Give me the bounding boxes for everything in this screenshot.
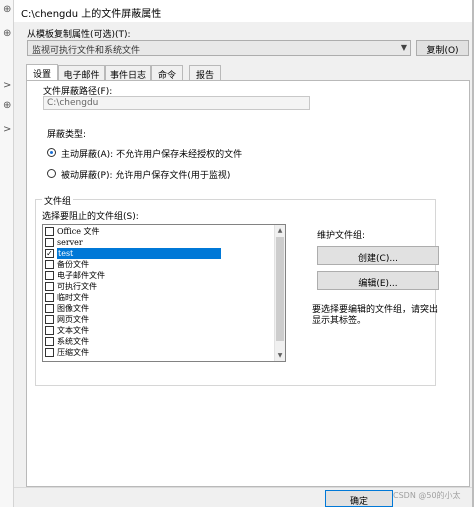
list-scrollbar[interactable]: ▲ ▼ (274, 225, 285, 361)
checkbox[interactable] (45, 227, 54, 236)
active-screening-radio[interactable] (47, 148, 56, 157)
list-item-label: 系统文件 (57, 337, 89, 346)
tab-command[interactable]: 命令 (151, 65, 183, 81)
list-item-label: 网页文件 (57, 315, 89, 324)
footer-divider (14, 487, 472, 488)
file-group-box: 文件组 选择要阻止的文件组(S): Office 文件 server ✓ test… (35, 194, 436, 386)
template-label: 从模板复制属性(可选)(T): (27, 30, 131, 40)
tab-event-log[interactable]: 事件日志 (105, 65, 151, 81)
properties-dialog: C:\chengdu 上的文件屏蔽属性 从模板复制属性(可选)(T): 监视可执… (14, 0, 472, 507)
chevron-down-icon[interactable]: ▼ (401, 43, 407, 52)
maintain-groups-label: 维护文件组: (317, 231, 366, 241)
checkbox[interactable] (45, 238, 54, 247)
list-item[interactable]: 可执行文件 (43, 281, 271, 292)
list-item-label: test (57, 248, 221, 259)
checkbox[interactable] (45, 348, 54, 357)
list-item[interactable]: 文本文件 (43, 325, 271, 336)
list-item[interactable]: ✓ test (43, 248, 271, 259)
expand-icon[interactable]: ⊕ (3, 28, 11, 39)
edit-hint-text: 要选择要编辑的文件组，请突出显示其标签。 (312, 305, 439, 326)
path-value: C:\chengdu (47, 98, 99, 108)
list-item[interactable]: 备份文件 (43, 259, 271, 270)
background-window-strip: ⊕ ⊕ > ⊕ > (0, 0, 14, 507)
chevron-right-icon[interactable]: > (3, 80, 11, 91)
passive-screening-radio[interactable] (47, 169, 56, 178)
list-item[interactable]: 系统文件 (43, 336, 271, 347)
list-item[interactable]: server (43, 237, 271, 248)
title-bar[interactable]: C:\chengdu 上的文件屏蔽属性 (14, 0, 472, 22)
expand-icon[interactable]: ⊕ (3, 4, 11, 15)
create-button[interactable]: 创建(C)... (317, 246, 439, 265)
window-title: C:\chengdu 上的文件屏蔽属性 (21, 9, 162, 20)
list-item[interactable]: 网页文件 (43, 314, 271, 325)
edit-button-label: 编辑(E)... (358, 279, 398, 289)
expand-icon[interactable]: ⊕ (3, 100, 11, 111)
copy-button-label: 复制(O) (426, 46, 459, 56)
checkbox[interactable] (45, 326, 54, 335)
passive-screening-label[interactable]: 被动屏蔽(P): 允许用户保存文件(用于监视) (61, 168, 230, 181)
list-item-label: 可执行文件 (57, 282, 97, 291)
list-item-label: 电子邮件文件 (57, 271, 105, 280)
list-item-label: 文本文件 (57, 326, 89, 335)
checkbox[interactable] (45, 260, 54, 269)
list-item-label: Office 文件 (57, 227, 100, 236)
template-select-value: 监视可执行文件和系统文件 (32, 46, 141, 56)
checkbox[interactable] (45, 293, 54, 302)
active-screening-label[interactable]: 主动屏蔽(A): 不允许用户保存未经授权的文件 (61, 147, 242, 160)
select-groups-label: 选择要阻止的文件组(S): (42, 212, 139, 222)
checkbox[interactable]: ✓ (45, 249, 54, 258)
tab-label: 设置 (32, 70, 51, 80)
list-item[interactable]: 图像文件 (43, 303, 271, 314)
checkbox[interactable] (45, 282, 54, 291)
scroll-down-icon[interactable]: ▼ (275, 350, 285, 361)
screening-type-label: 屏蔽类型: (47, 130, 87, 140)
list-item[interactable]: Office 文件 (43, 226, 271, 237)
tab-report[interactable]: 报告 (189, 65, 221, 81)
ok-button-label: 确定 (349, 497, 368, 507)
list-item-label: server (57, 238, 83, 247)
checkbox[interactable] (45, 337, 54, 346)
list-item[interactable]: 压缩文件 (43, 347, 271, 358)
settings-panel: 文件屏蔽路径(F): C:\chengdu 屏蔽类型: 主动屏蔽(A): 不允许… (26, 80, 470, 487)
list-item[interactable]: 临时文件 (43, 292, 271, 303)
template-select[interactable]: 监视可执行文件和系统文件 ▼ (27, 40, 411, 56)
list-item-label: 备份文件 (57, 260, 89, 269)
file-group-list[interactable]: Office 文件 server ✓ test 备份文件 电子邮件文件 可执行文件… (42, 224, 286, 362)
scroll-thumb[interactable] (276, 237, 284, 341)
ok-button[interactable]: 确定 (325, 490, 393, 507)
file-group-title: 文件组 (42, 194, 74, 207)
create-button-label: 创建(C)... (358, 254, 398, 264)
copy-button[interactable]: 复制(O) (416, 40, 469, 56)
list-item-label: 图像文件 (57, 304, 89, 313)
tab-settings[interactable]: 设置 (26, 64, 58, 81)
checkbox[interactable] (45, 304, 54, 313)
watermark: CSDN @50的小太 (393, 491, 461, 500)
chevron-right-icon[interactable]: > (3, 124, 11, 135)
checkbox[interactable] (45, 315, 54, 324)
list-item-label: 压缩文件 (57, 348, 89, 357)
checkbox[interactable] (45, 271, 54, 280)
list-item-label: 临时文件 (57, 293, 89, 302)
list-item[interactable]: 电子邮件文件 (43, 270, 271, 281)
path-field: C:\chengdu (43, 96, 310, 110)
scroll-up-icon[interactable]: ▲ (275, 225, 285, 236)
tab-email[interactable]: 电子邮件 (58, 65, 105, 81)
edit-button[interactable]: 编辑(E)... (317, 271, 439, 290)
